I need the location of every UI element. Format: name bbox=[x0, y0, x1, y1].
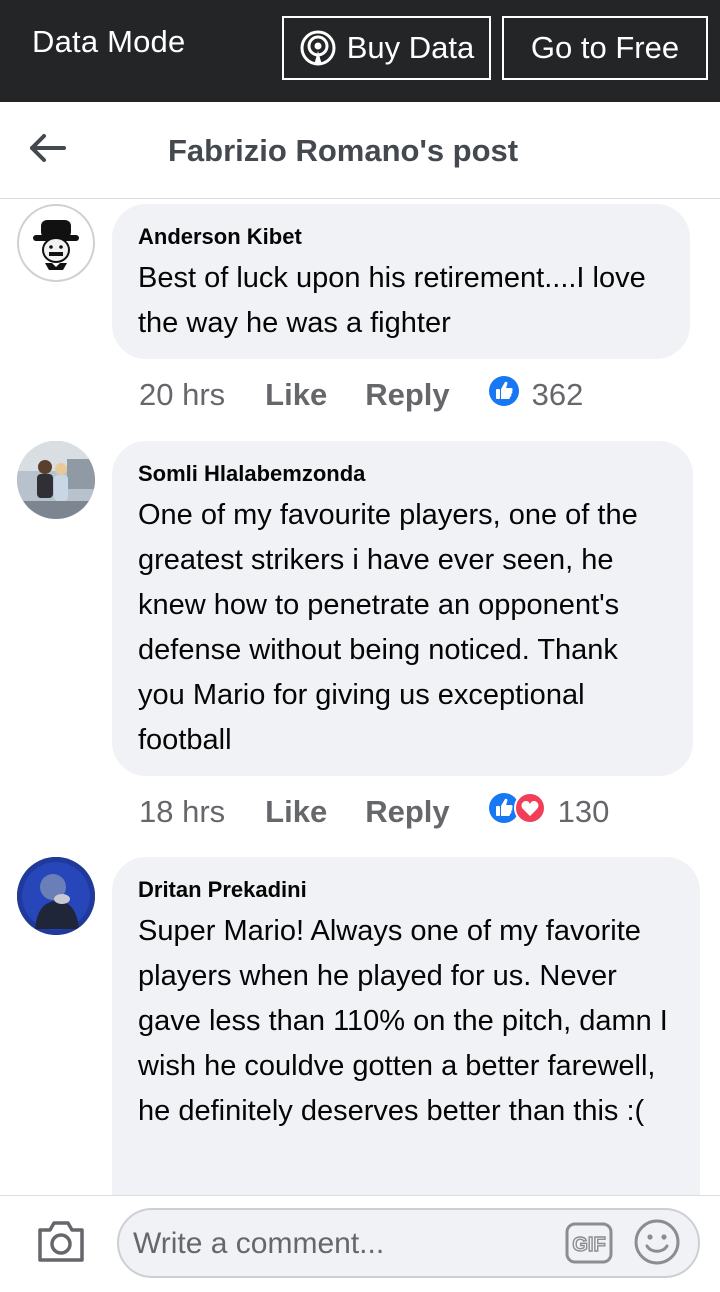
reaction-count[interactable]: 130 bbox=[558, 794, 610, 830]
comment-timestamp: 18 hrs bbox=[139, 794, 226, 829]
comment-actions: 18 hrs Like Reply 130 bbox=[139, 792, 609, 832]
comment-bubble[interactable]: Dritan Prekadini Super Mario! Always one… bbox=[112, 857, 700, 1195]
go-to-free-label: Go to Free bbox=[530, 30, 680, 65]
go-to-free-button[interactable]: Go to Free bbox=[502, 16, 708, 80]
page-title: Fabrizio Romano's post bbox=[168, 133, 519, 168]
broadcast-icon bbox=[299, 29, 337, 67]
buy-data-label: Buy Data bbox=[346, 30, 475, 65]
comment-timestamp: 20 hrs bbox=[139, 377, 226, 412]
camera-icon[interactable] bbox=[36, 1218, 86, 1264]
reply-button[interactable]: Reply bbox=[365, 377, 449, 413]
comment-input-placeholder: Write a comment... bbox=[133, 1227, 385, 1260]
comment-text: One of my favourite players, one of the … bbox=[138, 499, 638, 756]
avatar[interactable] bbox=[17, 857, 95, 935]
comment-author[interactable]: Dritan Prekadini bbox=[138, 877, 676, 903]
comment-composer: Write a comment... GIF bbox=[0, 1195, 720, 1292]
like-button[interactable]: Like bbox=[265, 794, 327, 830]
like-reaction-icon bbox=[488, 375, 520, 415]
buy-data-button[interactable]: Buy Data bbox=[282, 16, 491, 80]
love-reaction-icon bbox=[513, 792, 546, 832]
comment-author[interactable]: Somli Hlalabemzonda bbox=[138, 461, 669, 487]
back-arrow-icon[interactable] bbox=[28, 128, 68, 168]
comments-list[interactable]: Anderson Kibet Best of luck upon his ret… bbox=[0, 199, 720, 1195]
reaction-icons[interactable] bbox=[488, 792, 546, 832]
post-header: Fabrizio Romano's post bbox=[0, 102, 720, 199]
comment-actions: 20 hrs Like Reply 362 bbox=[139, 375, 583, 415]
comment-bubble[interactable]: Anderson Kibet Best of luck upon his ret… bbox=[112, 204, 690, 359]
data-mode-label: Data Mode bbox=[32, 24, 186, 59]
comment-author[interactable]: Anderson Kibet bbox=[138, 224, 666, 250]
like-button[interactable]: Like bbox=[265, 377, 327, 413]
data-mode-bar: Data Mode Buy Data Go to Free bbox=[0, 0, 720, 102]
comment-input[interactable]: Write a comment... GIF bbox=[117, 1208, 700, 1278]
reply-button[interactable]: Reply bbox=[365, 794, 449, 830]
reaction-icons[interactable] bbox=[488, 375, 520, 415]
avatar[interactable] bbox=[17, 204, 95, 282]
reaction-count[interactable]: 362 bbox=[532, 377, 584, 413]
svg-text:GIF: GIF bbox=[572, 1234, 605, 1256]
comment-text: Super Mario! Always one of my favorite p… bbox=[138, 915, 668, 1127]
smiley-icon[interactable] bbox=[633, 1218, 681, 1266]
gif-icon[interactable]: GIF bbox=[565, 1222, 613, 1264]
avatar[interactable] bbox=[17, 441, 95, 519]
comment-text: Best of luck upon his retirement....I lo… bbox=[138, 262, 646, 339]
comment-bubble[interactable]: Somli Hlalabemzonda One of my favourite … bbox=[112, 441, 693, 776]
